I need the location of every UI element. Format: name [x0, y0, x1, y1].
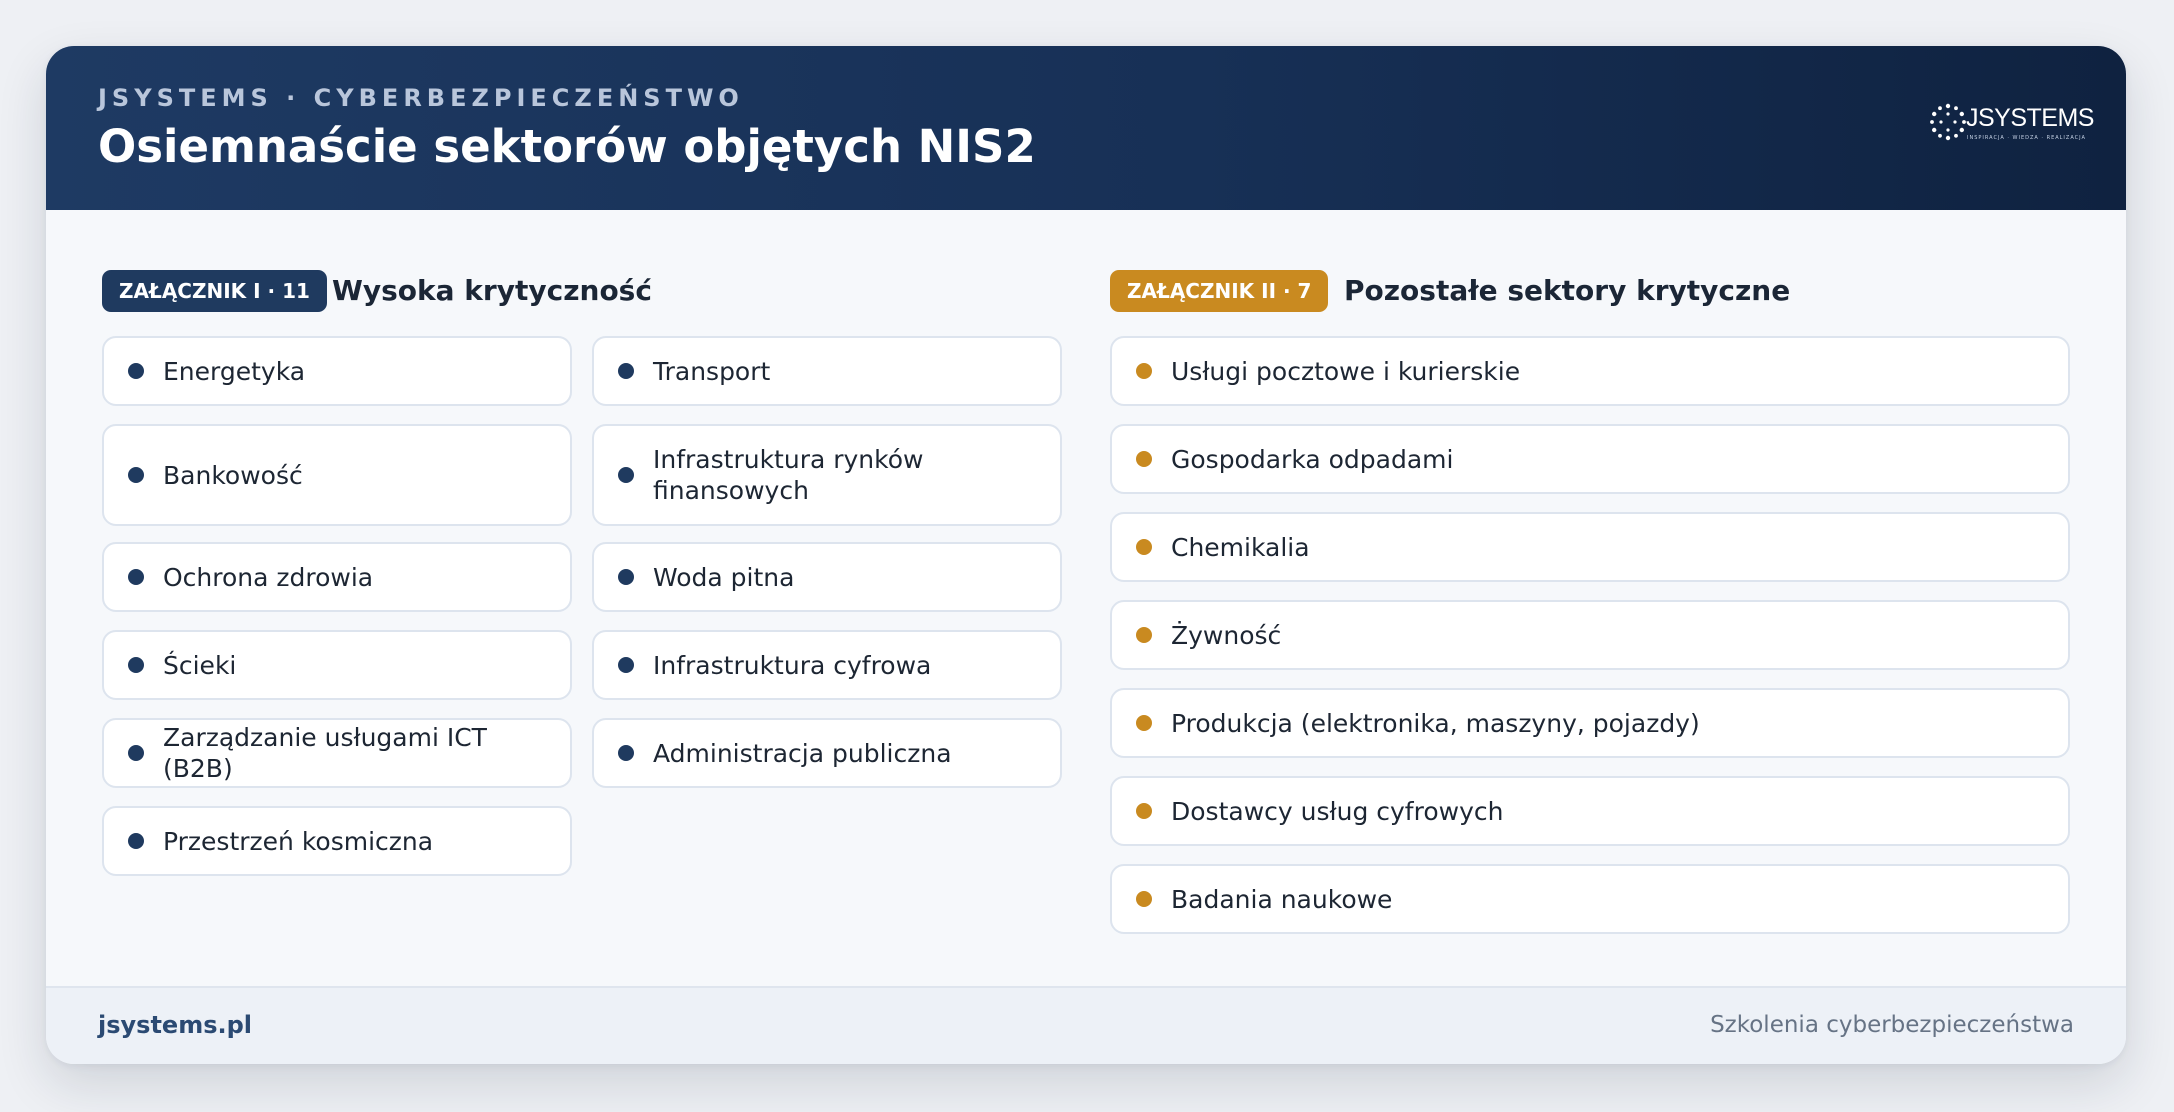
bullet-dot [618, 569, 634, 585]
sector-label: Administracja publiczna [653, 738, 952, 768]
logo-tagline: INSPIRACJA · WIEDZA · REALIZACJA [1967, 135, 2086, 141]
sector-badania-naukowe: Badania naukowe [1110, 864, 2070, 934]
annex2-badge: ZAŁĄCZNIK II · 7 [1110, 270, 1329, 312]
sector-chemikalia: Chemikalia [1110, 512, 2070, 582]
sector-label: Produkcja (elektronika, maszyny, pojazdy… [1171, 708, 1700, 738]
footer-bar: jsystems.pl Szkolenia cyberbezpieczeństw… [46, 986, 2126, 1064]
bullet-dot [1136, 803, 1152, 819]
sector-label: Dostawcy usług cyfrowych [1171, 796, 1504, 826]
bullet-dot [128, 467, 144, 483]
dotted-circle-logo-icon [1930, 103, 1966, 141]
bullet-dot [1136, 363, 1152, 379]
sector-label: Żywność [1171, 620, 1282, 650]
sector-label: Chemikalia [1171, 532, 1310, 562]
sector-label: Bankowość [163, 460, 303, 490]
sector-zarzadzanie-ict: Zarządzanie usługami ICT (B2B) [102, 718, 572, 788]
sector-label: Energetyka [163, 356, 306, 386]
header-eyebrow: JSYSTEMS · CYBERBEZPIECZEŃSTWO [98, 84, 744, 112]
sector-label: Ochrona zdrowia [163, 562, 374, 592]
annex2-title: Pozostałe sektory krytyczne [1344, 274, 1791, 307]
jsystems-logo: JSYSTEMS INSPIRACJA · WIEDZA · REALIZACJ… [1928, 102, 2094, 148]
sector-infrastruktura-rynkow-finansowych: Infrastruktura rynków finansowych [592, 424, 1062, 526]
bullet-dot [1136, 715, 1152, 731]
sector-label: Zarządzanie usługami ICT (B2B) [163, 723, 487, 783]
header-banner: JSYSTEMS · CYBERBEZPIECZEŃSTWO Osiemnaśc… [46, 46, 2126, 210]
sector-przestrzen-kosmiczna: Przestrzeń kosmiczna [102, 806, 572, 876]
bullet-dot [128, 745, 144, 761]
sector-label: Infrastruktura rynków finansowych [653, 445, 924, 505]
sector-dostawcy-uslug-cyfrowych: Dostawcy usług cyfrowych [1110, 776, 2070, 846]
page-title: Osiemnaście sektorów objętych NIS2 [98, 120, 1036, 173]
sector-label: Transport [653, 356, 771, 386]
sector-scieki: Ścieki [102, 630, 572, 700]
footer-tagline: Szkolenia cyberbezpieczeństwa [1710, 1012, 2074, 1038]
sector-zywnosc: Żywność [1110, 600, 2070, 670]
sector-bankowosc: Bankowość [102, 424, 572, 526]
annex1-title: Wysoka krytyczność [332, 274, 652, 307]
annex2-header: ZAŁĄCZNIK II · 7 Pozostałe sektory kryty… [1110, 270, 2070, 312]
bullet-dot [618, 657, 634, 673]
sector-label: Usługi pocztowe i kurierskie [1171, 356, 1521, 386]
sector-gospodarka-odpadami: Gospodarka odpadami [1110, 424, 2070, 494]
bullet-dot [128, 569, 144, 585]
sector-woda-pitna: Woda pitna [592, 542, 1062, 612]
slide-card: JSYSTEMS · CYBERBEZPIECZEŃSTWO Osiemnaśc… [46, 46, 2126, 1064]
bullet-dot [128, 833, 144, 849]
bullet-dot [1136, 627, 1152, 643]
sector-label: Gospodarka odpadami [1171, 444, 1454, 474]
sector-infrastruktura-cyfrowa: Infrastruktura cyfrowa [592, 630, 1062, 700]
sector-label: Woda pitna [653, 562, 795, 592]
sector-label: Infrastruktura cyfrowa [653, 650, 932, 680]
footer-website-link[interactable]: jsystems.pl [98, 1011, 252, 1039]
sector-label: Badania naukowe [1171, 884, 1393, 914]
logo-wordmark: JSYSTEMS [1966, 104, 2094, 132]
annex1-badge: ZAŁĄCZNIK I · 11 [102, 270, 327, 312]
bullet-dot [618, 363, 634, 379]
bullet-dot [128, 657, 144, 673]
bullet-dot [618, 745, 634, 761]
annex1-header: ZAŁĄCZNIK I · 11 Wysoka krytyczność [102, 270, 1082, 312]
sector-ochrona-zdrowia: Ochrona zdrowia [102, 542, 572, 612]
sector-produkcja: Produkcja (elektronika, maszyny, pojazdy… [1110, 688, 2070, 758]
bullet-dot [618, 467, 634, 483]
sector-energetyka: Energetyka [102, 336, 572, 406]
bullet-dot [1136, 451, 1152, 467]
sector-label: Ścieki [163, 650, 237, 680]
sector-transport: Transport [592, 336, 1062, 406]
bullet-dot [1136, 891, 1152, 907]
sector-label: Przestrzeń kosmiczna [163, 826, 434, 856]
sector-uslugi-pocztowe: Usługi pocztowe i kurierskie [1110, 336, 2070, 406]
bullet-dot [1136, 539, 1152, 555]
bullet-dot [128, 363, 144, 379]
sector-administracja-publiczna: Administracja publiczna [592, 718, 1062, 788]
